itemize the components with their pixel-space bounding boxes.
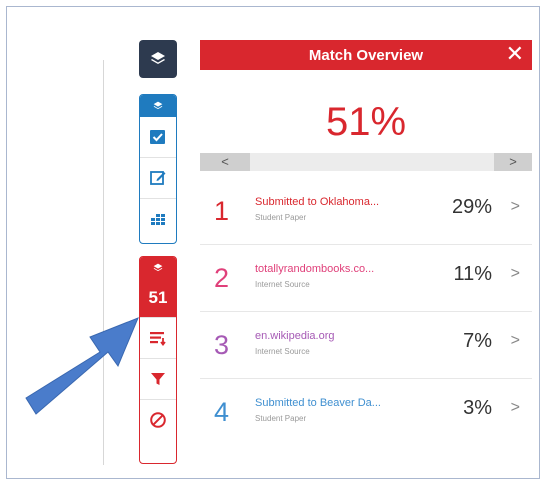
- callout-arrow-icon: [25, 317, 139, 415]
